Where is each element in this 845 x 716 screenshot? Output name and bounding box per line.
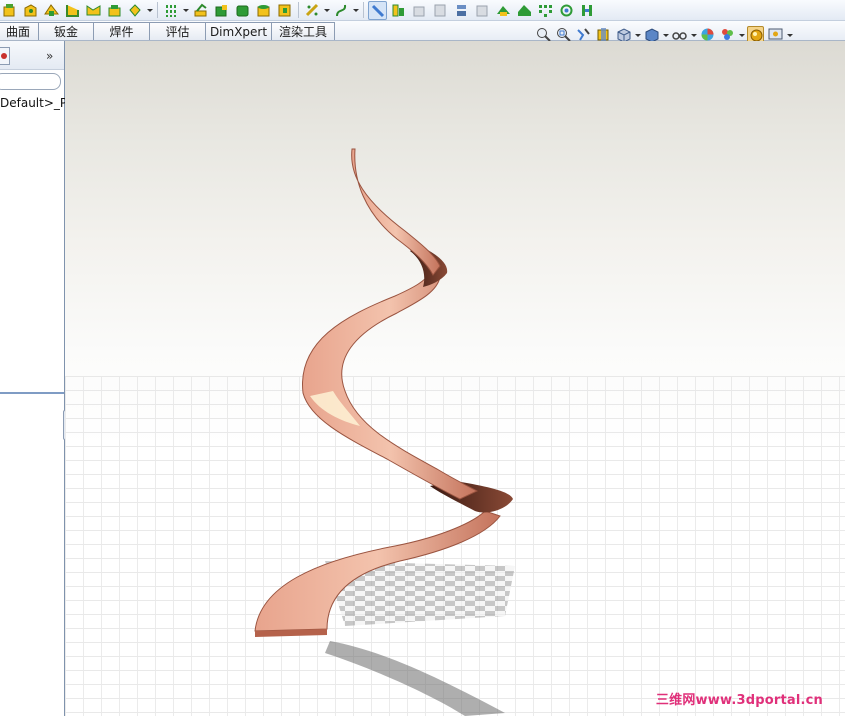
display-style-dropdown[interactable] [663,26,669,43]
feature-manager-panel: » Default>_P [0,41,67,716]
shell-icon[interactable] [233,1,252,20]
section-view-icon[interactable] [595,26,612,43]
pattern-dropdown[interactable] [147,1,153,20]
ribbon-top [351,148,441,276]
pattern-icon[interactable] [126,1,145,20]
mirror-icon[interactable] [162,1,181,20]
graphics-area[interactable]: 三维网www.3dportal.cn [65,41,845,716]
chamfer-icon[interactable] [212,1,231,20]
view-settings-icon[interactable] [767,26,784,43]
draft-icon[interactable] [275,1,294,20]
combine-icon[interactable] [452,1,471,20]
fillet-icon[interactable] [191,1,210,20]
configuration-label[interactable]: Default>_P [0,96,67,110]
feature-manager-header: » [0,41,64,70]
previous-view-icon[interactable] [575,26,592,43]
display-style-icon[interactable] [643,26,660,43]
view-orientation-icon[interactable] [615,26,632,43]
realview-icon[interactable] [747,25,764,43]
tab-render-tools[interactable]: 渲染工具 [271,22,335,40]
zoom-to-fit-icon[interactable] [535,26,552,43]
curves-icon[interactable] [332,1,351,20]
dome-icon[interactable] [494,1,513,20]
expand-panel-button[interactable]: » [46,49,53,63]
intersect-icon[interactable] [431,1,450,20]
tab-weldments[interactable]: 焊件 [93,22,150,40]
split-icon[interactable] [410,1,429,20]
curves-dropdown[interactable] [353,1,359,20]
loft-icon[interactable] [105,1,124,20]
freeform-icon[interactable] [515,1,534,20]
toolbar-separator [298,2,299,18]
view-settings-dropdown[interactable] [787,26,793,43]
rib-icon[interactable] [254,1,273,20]
feature-manager-tab[interactable] [0,47,10,65]
reference-geometry-icon[interactable] [303,1,322,20]
watermark-text: 三维网www.3dportal.cn [655,693,823,708]
tab-surfaces[interactable]: 曲面 [0,22,39,40]
ribbon-middle [302,272,479,500]
feature-filter-input[interactable] [0,73,61,90]
revolve-icon[interactable] [63,1,82,20]
hide-show-dropdown[interactable] [691,26,697,43]
save-icon[interactable] [21,1,40,20]
edit-appearance-icon[interactable] [699,26,716,43]
spiral-ribbon-model[interactable] [65,41,845,716]
move-face-icon[interactable] [389,1,408,20]
reference-geometry-dropdown[interactable] [324,1,330,20]
mirror-dropdown[interactable] [183,1,189,20]
tab-label: DimXpert [209,24,268,39]
toolbar-separator [157,2,158,18]
toolbar-separator [363,2,364,18]
tab-label: 渲染工具 [278,25,327,39]
scene-icon[interactable] [719,26,736,43]
display-icon[interactable] [368,0,387,20]
tab-label: 曲面 [5,25,30,39]
sweep-icon[interactable] [84,1,103,20]
tab-sheet-metal[interactable]: 钣金 [38,22,94,40]
panel-divider[interactable] [0,392,64,394]
scene-dropdown[interactable] [739,26,745,43]
indent-icon[interactable] [578,1,597,20]
features-toolbar [0,0,845,21]
tab-evaluate[interactable]: 评估 [149,22,206,40]
part-icon[interactable] [0,1,19,20]
tab-label: 钣金 [53,25,78,39]
tab-dimxpert[interactable]: DimXpert [205,22,272,40]
flex-icon[interactable] [557,1,576,20]
wrap-icon[interactable] [473,1,492,20]
tab-label: 焊件 [109,25,134,39]
zoom-area-icon[interactable] [555,26,572,43]
deform-icon[interactable] [536,1,555,20]
floor-shadow [325,641,505,716]
hide-show-icon[interactable] [671,26,688,43]
view-orientation-dropdown[interactable] [635,26,641,43]
tab-label: 评估 [165,25,190,39]
extrude-icon[interactable] [42,1,61,20]
